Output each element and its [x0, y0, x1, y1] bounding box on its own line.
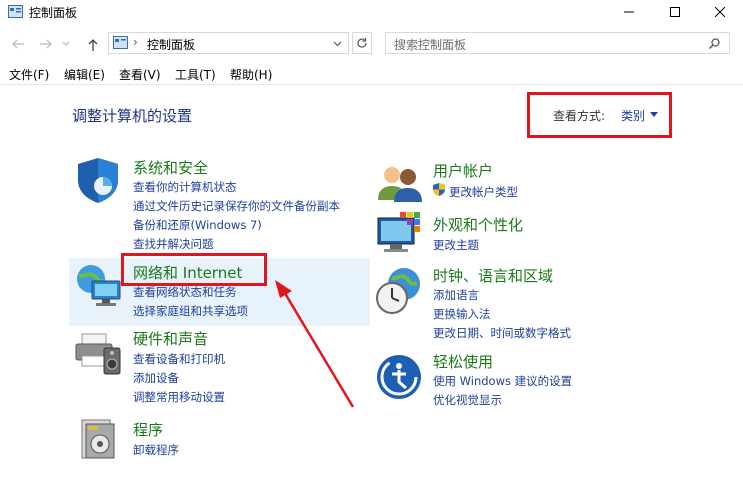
programs-icon[interactable]	[78, 416, 118, 462]
search-box[interactable]: 搜索控制面板	[385, 32, 730, 54]
link-windows-recommended-settings[interactable]: 使用 Windows 建议的设置	[433, 373, 572, 389]
link-optimize-visual-display[interactable]: 优化视觉显示	[433, 392, 502, 408]
path-separator[interactable]: ›	[133, 35, 138, 49]
link-backup-restore[interactable]: 备份和还原(Windows 7)	[133, 217, 262, 233]
printer-icon[interactable]	[74, 330, 122, 376]
forward-arrow-icon	[40, 39, 52, 49]
page-title: 调整计算机的设置	[72, 107, 193, 125]
link-change-theme[interactable]: 更改主题	[433, 237, 479, 253]
close-icon	[715, 7, 725, 17]
search-icon[interactable]	[709, 38, 720, 49]
maximize-button[interactable]	[652, 0, 698, 24]
refresh-icon	[357, 38, 367, 48]
network-globe-icon[interactable]	[74, 263, 122, 309]
forward-button[interactable]	[36, 34, 56, 54]
category-programs[interactable]: 程序	[133, 419, 163, 440]
clock-globe-icon[interactable]	[374, 266, 424, 316]
link-mobility-settings[interactable]: 调整常用移动设置	[133, 389, 225, 405]
recent-locations-button[interactable]	[60, 34, 72, 54]
maximize-icon	[670, 7, 680, 17]
title-bar: 控制面板	[0, 0, 743, 24]
control-panel-icon	[8, 5, 23, 18]
back-button[interactable]	[8, 34, 28, 54]
up-button[interactable]	[83, 34, 103, 54]
link-add-language[interactable]: 添加语言	[433, 287, 479, 303]
menu-help[interactable]: 帮助(H)	[230, 66, 272, 83]
link-change-input-method[interactable]: 更换输入法	[433, 306, 491, 322]
caret-down-icon[interactable]	[650, 112, 658, 117]
refresh-button[interactable]	[352, 32, 372, 54]
view-by-dropdown[interactable]: 类别	[621, 107, 645, 124]
category-network-internet[interactable]: 网络和 Internet	[133, 262, 242, 283]
link-view-computer-status[interactable]: 查看你的计算机状态	[133, 179, 237, 195]
link-devices-printers[interactable]: 查看设备和打印机	[133, 351, 225, 367]
category-ease-of-access[interactable]: 轻松使用	[433, 351, 493, 372]
close-button[interactable]	[697, 0, 743, 24]
window-title: 控制面板	[29, 6, 78, 20]
address-bar[interactable]: › 控制面板	[108, 32, 349, 54]
monitor-palette-icon[interactable]	[376, 212, 424, 258]
category-hardware-sound[interactable]: 硬件和声音	[133, 328, 208, 349]
control-panel-icon	[113, 36, 128, 49]
uac-shield-icon	[433, 183, 445, 196]
link-network-status[interactable]: 查看网络状态和任务	[133, 284, 237, 300]
category-user-accounts[interactable]: 用户帐户	[433, 160, 493, 181]
menu-edit[interactable]: 编辑(E)	[64, 66, 105, 83]
up-arrow-icon	[88, 38, 98, 51]
link-troubleshoot[interactable]: 查找并解决问题	[133, 236, 214, 252]
address-path[interactable]: 控制面板	[147, 36, 195, 53]
view-by-label: 查看方式:	[553, 109, 606, 123]
back-arrow-icon	[12, 39, 24, 49]
link-add-device[interactable]: 添加设备	[133, 370, 179, 386]
chevron-down-icon	[62, 41, 70, 46]
link-file-history[interactable]: 通过文件历史记录保存你的文件备份副本	[133, 198, 340, 214]
category-clock-language-region[interactable]: 时钟、语言和区域	[433, 265, 553, 286]
menu-bar: 文件(F) 编辑(E) 查看(V) 工具(T) 帮助(H)	[0, 64, 743, 84]
menu-view[interactable]: 查看(V)	[119, 66, 161, 83]
link-change-date-time-format[interactable]: 更改日期、时间或数字格式	[433, 325, 571, 341]
ease-of-access-icon[interactable]	[376, 354, 422, 400]
minimize-button[interactable]	[606, 0, 652, 24]
category-appearance-personalization[interactable]: 外观和个性化	[433, 214, 523, 235]
link-uninstall-program[interactable]: 卸载程序	[133, 442, 179, 458]
link-change-account-type[interactable]: 更改帐户类型	[449, 184, 518, 200]
chevron-down-icon[interactable]	[333, 41, 342, 47]
search-input[interactable]: 搜索控制面板	[394, 36, 466, 53]
menu-file[interactable]: 文件(F)	[9, 66, 49, 83]
menu-tools[interactable]: 工具(T)	[175, 66, 216, 83]
divider	[0, 84, 743, 85]
category-system-security[interactable]: 系统和安全	[133, 157, 208, 178]
link-homegroup-sharing[interactable]: 选择家庭组和共享选项	[133, 303, 248, 319]
shield-icon[interactable]	[74, 156, 122, 204]
users-icon[interactable]	[376, 162, 424, 202]
minimize-icon	[624, 11, 634, 13]
